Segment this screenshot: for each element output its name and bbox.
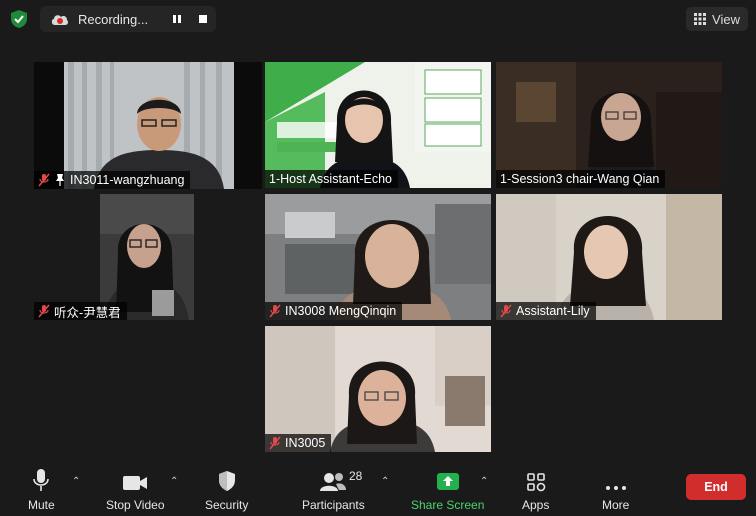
video-tile[interactable]: IN3008 MengQinqin [265,194,491,320]
more-label: More [602,498,630,512]
security-label: Security [205,498,249,512]
recording-label: Recording... [78,11,149,27]
participant-nametag: Assistant-Lily [496,302,596,320]
stop-video-label: Stop Video [106,498,165,512]
participant-nametag: IN3005 [265,434,332,452]
video-tile[interactable]: IN3005 [265,326,491,452]
video-camera-icon [123,476,148,490]
security-shield-icon[interactable] [8,8,30,30]
video-options-caret[interactable]: ⌃ [170,476,178,487]
apps-button[interactable]: Apps [522,466,549,512]
participant-nametag: 1-Host Assistant-Echo [265,170,398,188]
participants-label: Participants [302,498,365,512]
view-button[interactable]: View [686,7,748,31]
pause-recording-icon[interactable] [168,10,186,28]
share-screen-button[interactable]: Share Screen [411,466,484,512]
mute-options-caret[interactable]: ⌃ [72,476,80,487]
apps-icon [526,473,545,492]
participant-name: IN3011-wangzhuang [70,173,185,187]
participant-name: 1-Host Assistant-Echo [269,172,392,186]
video-tile[interactable]: 1-Host Assistant-Echo [265,62,491,188]
share-screen-label: Share Screen [411,498,485,512]
participant-nametag: 1-Session3 chair-Wang Qian [496,170,666,188]
spotlight-pin-icon [56,174,64,186]
participant-count-badge: 28 [349,469,363,483]
mute-label: Mute [28,498,55,512]
meeting-toolbar: Mute ⌃ Stop Video ⌃ Security Participant… [0,462,756,516]
participant-name: 听众-尹慧君 [54,305,121,320]
apps-label: Apps [522,498,550,512]
recording-indicator: Recording... [40,6,216,32]
stop-recording-icon[interactable] [194,10,212,28]
participants-icon [320,473,347,491]
participant-nametag: IN3008 MengQinqin [265,302,403,320]
cloud-record-icon [51,15,69,25]
more-dots-icon [605,486,626,490]
mute-button[interactable]: Mute [28,466,55,512]
video-tile[interactable]: Assistant-Lily [496,194,722,320]
participant-name: IN3008 MengQinqin [285,304,397,318]
participant-nametag: 听众-尹慧君 [34,302,127,320]
shield-icon [218,471,235,491]
participant-name: Assistant-Lily [516,304,590,318]
end-meeting-button[interactable]: End [686,474,746,500]
participant-name: 1-Session3 chair-Wang Qian [500,172,660,186]
video-tile[interactable]: IN3011-wangzhuang [34,62,262,189]
microphone-icon [33,469,50,491]
share-screen-icon [436,473,459,490]
participants-options-caret[interactable]: ⌃ [381,476,389,487]
muted-mic-icon [269,304,281,318]
view-label: View [712,11,740,27]
video-tile[interactable]: 1-Session3 chair-Wang Qian [496,62,722,188]
muted-mic-icon [500,304,512,318]
participant-name: IN3005 [285,436,326,450]
participant-nametag: IN3011-wangzhuang [34,171,191,189]
end-label: End [704,480,728,494]
security-button[interactable]: Security [205,466,248,512]
share-options-caret[interactable]: ⌃ [480,476,488,487]
participant-video [34,62,262,189]
video-tile[interactable]: 听众-尹慧君 [34,194,262,320]
muted-mic-icon [38,173,50,187]
more-button[interactable]: More [602,466,629,512]
muted-mic-icon [269,436,281,450]
stop-video-button[interactable]: Stop Video [106,466,165,512]
muted-mic-icon [38,304,50,318]
grid-icon [694,13,707,25]
